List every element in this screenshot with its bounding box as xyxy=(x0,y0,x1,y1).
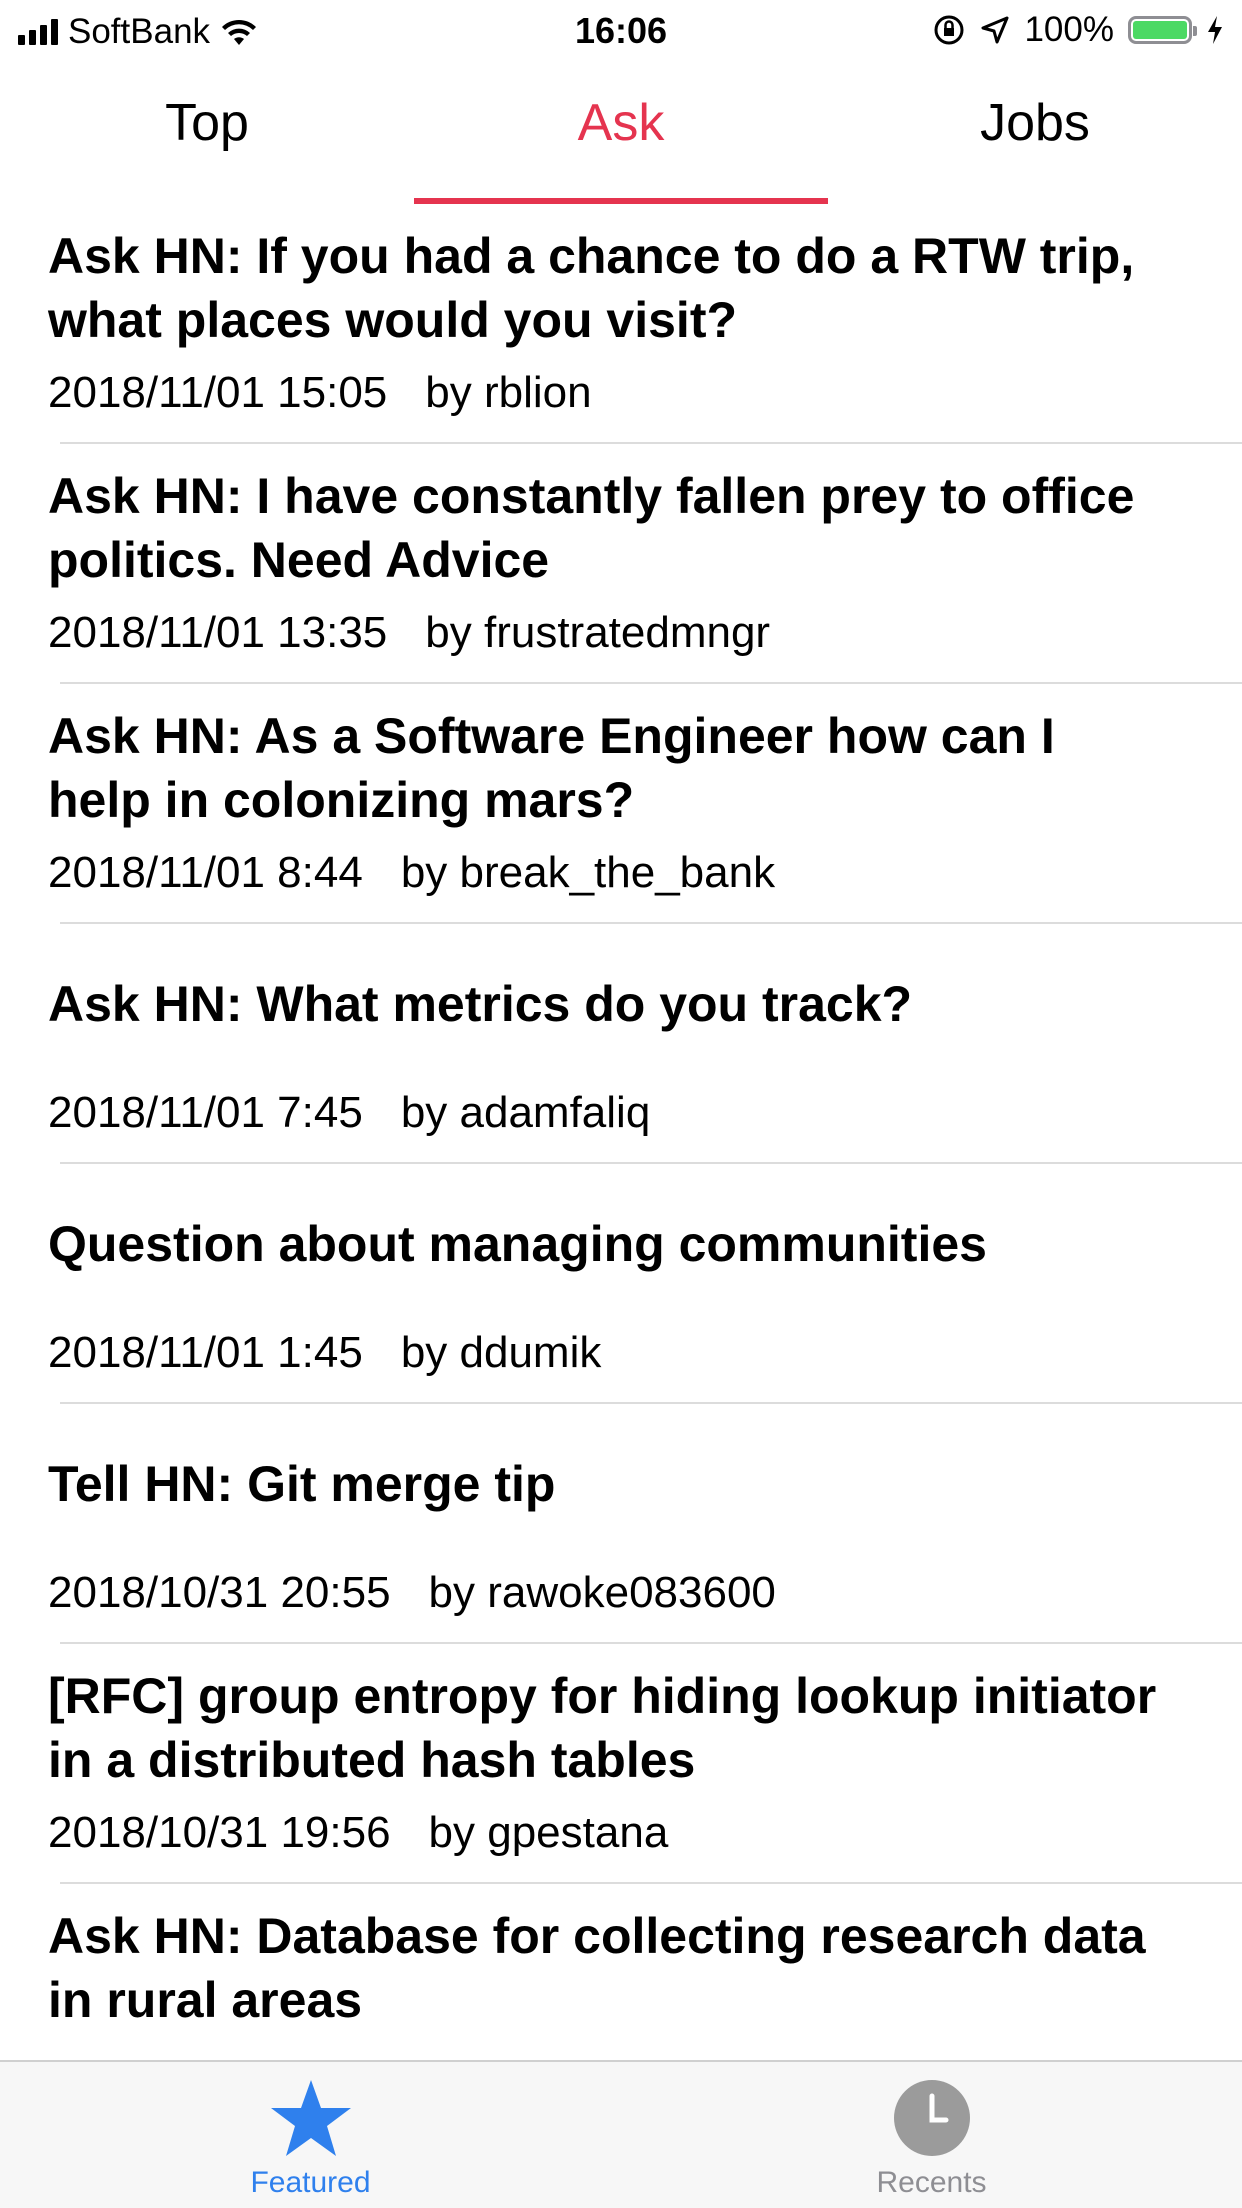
tab-featured[interactable]: Featured xyxy=(0,2062,621,2208)
story-date: 2018/11/01 1:45 xyxy=(48,1328,363,1377)
story-meta: 2018/11/01 8:44 by break_the_bank xyxy=(48,848,775,898)
tab-recents-label: Recents xyxy=(876,2166,987,2199)
story-meta: 2018/10/31 19:56 by gpestana xyxy=(48,1808,668,1858)
list-item[interactable]: Question about managing communities 2018… xyxy=(0,1164,1242,1404)
bottom-tab-bar: Featured Recents xyxy=(0,2060,1242,2208)
list-item[interactable]: Tell HN: Git merge tip 2018/10/31 20:55 … xyxy=(0,1404,1242,1644)
story-title: Ask HN: If you had a chance to do a RTW … xyxy=(48,228,1135,348)
story-date: 2018/11/01 13:35 xyxy=(48,608,388,657)
category-tabs: Top Ask Jobs xyxy=(0,62,1242,204)
battery-icon xyxy=(1128,16,1197,44)
tab-top[interactable]: Top xyxy=(0,62,414,204)
story-meta: 2018/11/01 13:35 by frustratedmngr xyxy=(48,608,770,658)
tab-recents[interactable]: Recents xyxy=(621,2062,1242,2208)
status-bar: SoftBank 16:06 100% xyxy=(0,0,1242,62)
story-title: [RFC] group entropy for hiding lookup in… xyxy=(48,1668,1157,1788)
story-meta: 2018/11/01 15:05 by rblion xyxy=(48,368,592,418)
list-item[interactable]: Ask HN: What metrics do you track? 2018/… xyxy=(0,924,1242,1164)
story-date: 2018/11/01 7:45 xyxy=(48,1088,363,1137)
story-title: Ask HN: As a Software Engineer how can I… xyxy=(48,708,1055,828)
story-title: Question about managing communities xyxy=(48,1216,987,1272)
story-author: by ddumik xyxy=(400,1328,602,1377)
story-meta: 2018/11/01 7:45 by adamfaliq xyxy=(48,1088,650,1138)
story-title: Ask HN: I have constantly fallen prey to… xyxy=(48,468,1135,588)
story-author: by gpestana xyxy=(428,1808,669,1857)
story-date: 2018/10/31 20:55 xyxy=(48,1568,391,1617)
tab-ask[interactable]: Ask xyxy=(414,62,828,204)
story-date: 2018/11/01 8:44 xyxy=(48,848,363,897)
list-item[interactable]: [RFC] group entropy for hiding lookup in… xyxy=(0,1644,1242,1884)
list-item[interactable]: Ask HN: If you had a chance to do a RTW … xyxy=(0,204,1242,444)
story-title: Ask HN: Database for collecting research… xyxy=(48,1908,1146,2028)
location-arrow-icon xyxy=(981,16,1009,44)
list-item[interactable]: Ask HN: Database for collecting research… xyxy=(0,1884,1242,2060)
story-author: by rblion xyxy=(425,368,592,417)
story-title: Tell HN: Git merge tip xyxy=(48,1456,556,1512)
story-title: Ask HN: What metrics do you track? xyxy=(48,976,913,1032)
orientation-lock-icon xyxy=(934,15,964,45)
story-author: by adamfaliq xyxy=(400,1088,651,1137)
status-right: 100% xyxy=(932,10,1224,50)
tab-featured-label: Featured xyxy=(250,2166,371,2199)
story-author: by rawoke083600 xyxy=(428,1568,776,1617)
story-meta: 2018/11/01 1:45 by ddumik xyxy=(48,1328,601,1378)
list-item[interactable]: Ask HN: I have constantly fallen prey to… xyxy=(0,444,1242,684)
charging-bolt-icon xyxy=(1208,16,1222,44)
story-list: Ask HN: If you had a chance to do a RTW … xyxy=(0,204,1242,2060)
story-date: 2018/11/01 15:05 xyxy=(48,368,388,417)
story-date: 2018/10/31 19:56 xyxy=(48,1808,391,1857)
tab-jobs[interactable]: Jobs xyxy=(828,62,1242,204)
battery-percent: 100% xyxy=(1024,10,1114,49)
clock-icon xyxy=(893,2080,970,2156)
story-meta: 2018/10/31 20:55 by rawoke083600 xyxy=(48,1568,776,1618)
list-item[interactable]: Ask HN: As a Software Engineer how can I… xyxy=(0,684,1242,924)
story-author: by frustratedmngr xyxy=(425,608,771,657)
story-author: by break_the_bank xyxy=(400,848,776,897)
star-icon xyxy=(270,2080,351,2156)
